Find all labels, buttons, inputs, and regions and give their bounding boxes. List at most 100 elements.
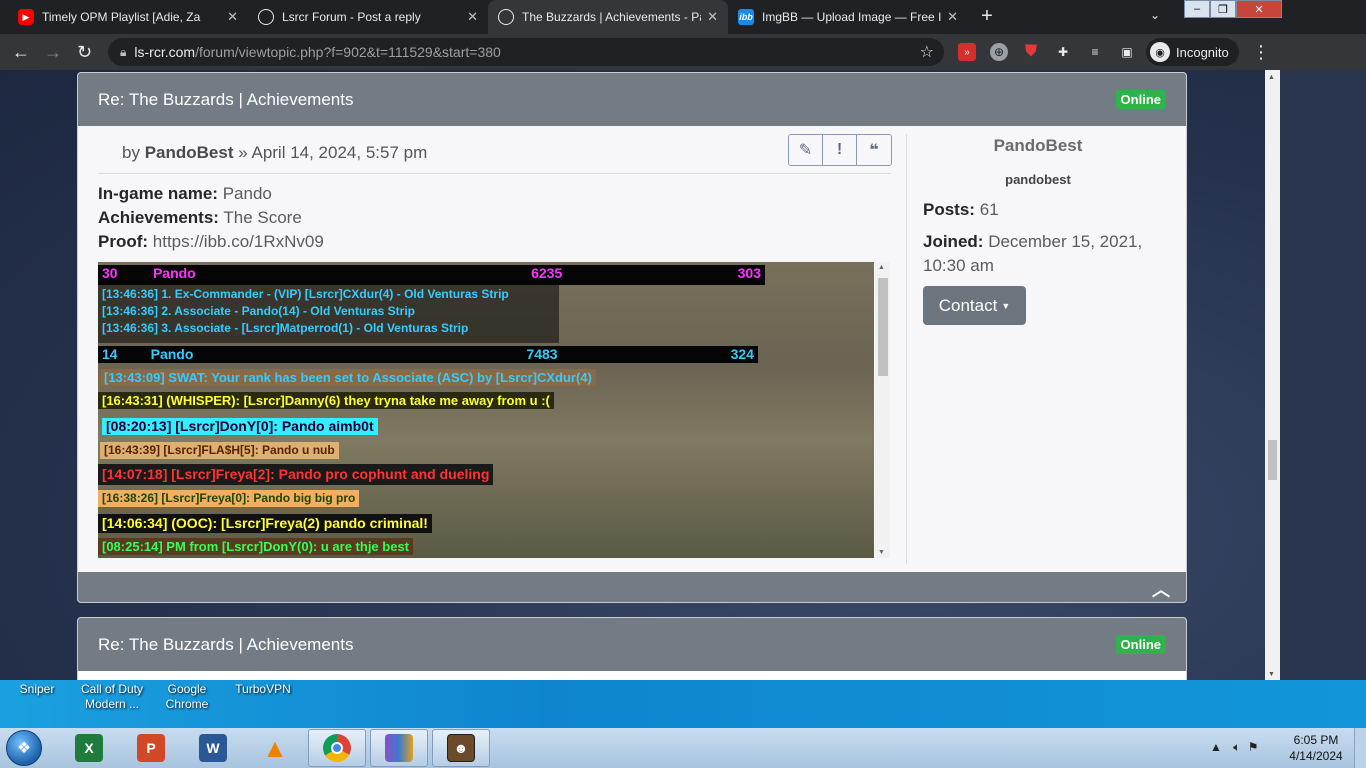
tab-buzzards-achievements[interactable]: The Buzzards | Achievements - Pa ✕ [488,0,728,34]
reload-icon[interactable]: ↻ [77,42,92,62]
score-value: 7483 [526,346,558,362]
ingame-name-field: In-game name: Pando [98,184,272,204]
new-tab-button[interactable]: + [976,5,998,29]
word-icon: W [199,734,227,762]
desktop-icon-call-of-duty[interactable]: Call of Duty Modern ... [76,682,148,712]
taskbar-excel[interactable]: X [60,729,118,767]
scroll-down-icon[interactable]: ▼ [878,549,885,556]
close-tab-icon[interactable]: ✕ [947,9,958,25]
achievements-label: Achievements: [98,208,219,227]
extension-gray-icon[interactable]: ⊕ [990,43,1008,61]
taskbar-powerpoint[interactable]: P [122,729,180,767]
imgbb-icon: ibb [738,9,754,25]
profile-username[interactable]: PandoBest [907,136,1169,156]
taskbar: ❖ X P W ▲ ☻ ▲ 🔈︎ ⚑ 6:05 PM 4/14/2024 [0,728,1366,768]
action-center-flag-icon[interactable]: ⚑ [1248,740,1259,754]
gta-sa-icon: ☻ [447,734,475,762]
profile-posts: Posts: 61 [923,198,999,222]
page-viewport: Re: The Buzzards | Achievements Online b… [0,70,1280,680]
post-byline: by PandoBest » April 14, 2024, 5:57 pm [122,143,427,163]
quote-icon[interactable]: ❝ [857,135,891,165]
game-line: [13:46:36] 3. Associate - [Lsrcr]Matperr… [102,321,469,335]
post-body: by PandoBest » April 14, 2024, 5:57 pm ✎… [78,126,1186,572]
post-title[interactable]: Re: The Buzzards | Achievements [98,90,353,110]
volume-icon[interactable]: 🔈︎ [1233,740,1240,754]
windows-logo-icon: ❖ [16,740,32,757]
chat-line: [08:25:14] PM from [Lsrcr]DonY(0): u are… [98,538,414,555]
page-scrollbar[interactable]: ▲ ▼ [1265,70,1280,680]
url-path: /forum/viewtopic.php?f=902&t=111529&star… [195,44,501,60]
show-hidden-icons-icon[interactable]: ▲ [1210,740,1222,754]
restore-icon[interactable]: ❐ [1210,0,1236,18]
desktop-icon-turbovpn[interactable]: TurboVPN [228,682,298,697]
close-tab-icon[interactable]: ✕ [467,9,478,25]
clock-date: 4/14/2024 [1289,749,1343,763]
ingame-label: In-game name: [98,184,218,203]
proof-field: Proof: https://ibb.co/1RxNv09 [98,232,324,252]
report-icon[interactable]: ! [823,135,857,165]
scrollbar-thumb[interactable] [1268,440,1277,480]
chat-line: [14:07:18] [Lsrcr]Freya[2]: Pando pro co… [98,464,494,485]
post-author[interactable]: PandoBest [145,143,234,162]
menu-kebab-icon[interactable]: ⋮ [1252,42,1270,63]
post-title[interactable]: Re: The Buzzards | Achievements [98,635,353,655]
scroll-up-icon[interactable]: ▲ [878,264,885,271]
shield-extension-icon[interactable]: ⛊ [1022,43,1040,61]
desktop-icon-sniper[interactable]: Sniper [14,682,60,697]
screenshot-scrollbar[interactable]: ▲ ▼ [875,262,890,558]
extension-red-icon[interactable]: » [958,43,976,61]
proof-screenshot: 30 Pando 6235 303 [13:46:36] 1. Ex-Comma… [98,262,874,558]
tab-imgbb[interactable]: ibb ImgBB — Upload Image — Free I ✕ [728,0,968,34]
forum-post: Re: The Buzzards | Achievements Online [77,617,1187,680]
powerpoint-icon: P [137,734,165,762]
score-name: Pando [150,346,194,362]
taskbar-gta-sa[interactable]: ☻ [432,729,490,767]
scroll-up-icon[interactable]: ▲ [1268,74,1275,81]
incognito-badge[interactable]: ◉ Incognito [1146,38,1239,66]
proof-label: Proof: [98,232,149,251]
window-controls: – ❐ ✕ [1184,0,1282,18]
back-icon[interactable]: ← [12,42,30,62]
taskbar-winrar[interactable] [370,729,428,767]
close-tab-icon[interactable]: ✕ [707,9,718,25]
side-panel-icon[interactable]: ▣ [1118,43,1136,61]
desktop-icon-google-chrome[interactable]: Google Chrome [160,682,214,712]
start-button[interactable]: ❖ [6,730,42,766]
scoreboard-row: 30 Pando 6235 303 [98,265,765,285]
taskbar-chrome[interactable] [308,729,366,767]
taskbar-word[interactable]: W [184,729,242,767]
profile-joined: Joined: December 15, 2021, 10:30 am [923,230,1163,278]
minimize-icon[interactable]: – [1184,0,1210,18]
game-line: [13:46:36] 1. Ex-Commander - (VIP) [Lsrc… [102,287,509,301]
taskbar-vlc[interactable]: ▲ [246,729,304,767]
tab-post-reply[interactable]: Lsrcr Forum - Post a reply ✕ [248,0,488,34]
contact-dropdown-button[interactable]: Contact ▼ [923,286,1026,325]
post-date: » April 14, 2024, 5:57 pm [238,143,428,162]
tab-youtube[interactable]: ▶ Timely OPM Playlist [Adie, Za ✕ [8,0,248,34]
puzzle-extensions-icon[interactable]: ✚ [1054,43,1072,61]
system-clock[interactable]: 6:05 PM 4/14/2024 [1284,732,1348,764]
forum-post: Re: The Buzzards | Achievements Online b… [77,72,1187,603]
tab-search-icon[interactable]: ⌄ [1150,8,1160,22]
globe-icon [258,9,274,25]
chrome-icon [323,734,351,762]
by-label: by [122,143,140,162]
excel-icon: X [75,734,103,762]
show-desktop-button[interactable] [1354,728,1366,768]
post-header: Re: The Buzzards | Achievements Online [78,618,1186,671]
proof-link[interactable]: https://ibb.co/1RxNv09 [153,232,324,251]
edit-icon[interactable]: ✎ [789,135,823,165]
browser-toolbar: ← → ↻ 🔒︎ ls-rcr.com /forum/viewtopic.php… [0,34,1366,70]
scrollbar-thumb[interactable] [878,278,888,376]
forward-icon[interactable]: → [44,42,62,62]
back-to-top-icon[interactable]: ︿ [1152,576,1170,602]
media-queue-icon[interactable]: ≡ [1086,43,1104,61]
close-tab-icon[interactable]: ✕ [227,9,238,25]
close-window-icon[interactable]: ✕ [1236,0,1282,18]
lock-icon: 🔒︎ [120,44,127,59]
posts-value[interactable]: 61 [980,200,999,219]
scroll-down-icon[interactable]: ▼ [1268,671,1275,678]
contact-label: Contact [938,295,998,315]
address-bar[interactable]: 🔒︎ ls-rcr.com /forum/viewtopic.php?f=902… [108,38,944,66]
bookmark-star-icon[interactable]: ☆ [920,42,934,62]
